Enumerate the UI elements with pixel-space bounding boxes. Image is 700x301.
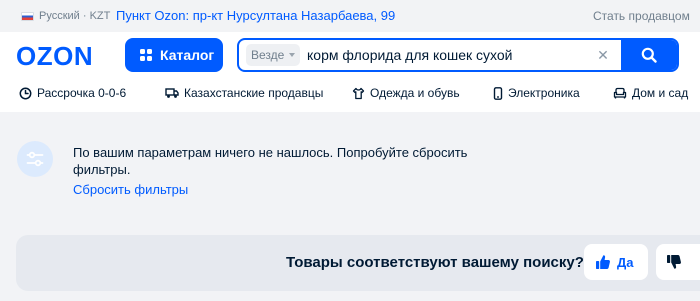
- search-results-area: По вашим параметрам ничего не нашлось. П…: [0, 112, 700, 301]
- nav-item-label: Рассрочка 0-0-6: [37, 86, 127, 100]
- search-input[interactable]: [307, 44, 587, 66]
- search-button[interactable]: [621, 40, 677, 70]
- nav-item-home-garden[interactable]: Дом и сад: [613, 86, 688, 100]
- feedback-yes-button[interactable]: Да: [584, 244, 648, 280]
- language-currency-label: Русский · KZT: [39, 10, 111, 22]
- nav-item-label: Электроника: [508, 86, 580, 100]
- phone-icon: [493, 86, 503, 100]
- reset-filters-link[interactable]: Сбросить фильтры: [73, 182, 188, 197]
- catalog-button[interactable]: Каталог: [125, 38, 223, 72]
- sofa-icon: [613, 87, 627, 99]
- feedback-question: Товары соответствуют вашему поиску?: [286, 254, 584, 271]
- nav-item-installment[interactable]: Рассрочка 0-0-6: [19, 86, 126, 100]
- nav-item-label: Одежда и обувь: [370, 86, 460, 100]
- search-scope-label: Везде: [251, 48, 285, 62]
- clear-search-icon[interactable]: ✕: [595, 47, 611, 63]
- catalog-button-label: Каталог: [160, 47, 215, 63]
- installment-icon: [19, 87, 32, 99]
- feedback-yes-label: Да: [617, 254, 634, 270]
- no-results-message: По вашим параметрам ничего не нашлось. П…: [73, 145, 468, 177]
- become-seller-link[interactable]: Стать продавцом: [593, 9, 690, 23]
- nav-item-clothes-shoes[interactable]: Одежда и обувь: [352, 86, 460, 100]
- chevron-down-icon: [289, 53, 296, 57]
- category-nav: Рассрочка 0-0-6 Казахстанские продавцы О…: [0, 86, 700, 104]
- thumbs-down-icon: [667, 255, 681, 269]
- nav-item-electronics[interactable]: Электроника: [493, 86, 580, 100]
- russia-flag-icon: [21, 11, 34, 21]
- clothes-icon: [352, 87, 365, 99]
- feedback-no-button[interactable]: [656, 244, 700, 280]
- search-feedback-panel: Товары соответствуют вашему поиску? Да: [16, 235, 700, 291]
- nav-item-label: Казахстанские продавцы: [184, 86, 324, 100]
- pickup-point-link[interactable]: Пункт Ozon: пр-кт Нурсултана Назарбаева,…: [116, 8, 395, 23]
- thumbs-up-icon: [596, 255, 610, 269]
- search-bar: Везде ✕: [237, 38, 679, 72]
- ozon-logo[interactable]: OZON: [16, 41, 93, 72]
- grid-icon: [140, 49, 152, 61]
- language-currency-selector[interactable]: Русский · KZT: [21, 9, 110, 23]
- search-scope-dropdown[interactable]: Везде: [246, 44, 300, 66]
- nav-item-label: Дом и сад: [632, 86, 689, 100]
- truck-icon: [165, 88, 179, 98]
- filter-sliders-icon: [17, 141, 53, 177]
- top-utility-bar: Русский · KZT Пункт Ozon: пр-кт Нурсулта…: [0, 0, 700, 32]
- search-icon: [641, 47, 657, 63]
- nav-item-kazakhstan-sellers[interactable]: Казахстанские продавцы: [165, 86, 323, 100]
